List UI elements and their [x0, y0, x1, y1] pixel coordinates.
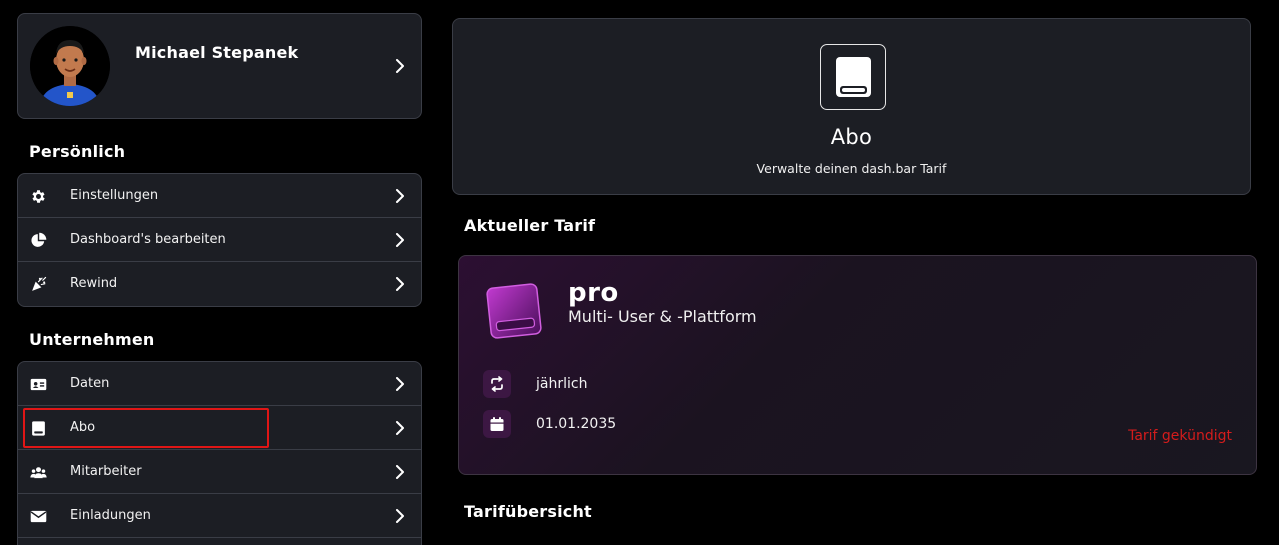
calendar-icon — [490, 417, 504, 431]
subscription-icon — [836, 57, 871, 97]
chevron-right-icon — [396, 464, 404, 479]
page: Michael Stepanek Persönlich Einstellunge… — [0, 0, 1279, 545]
settings-sidebar: Michael Stepanek Persönlich Einstellunge… — [17, 13, 422, 545]
date-icon-box — [483, 410, 511, 438]
menu-label: Dashboard's bearbeiten — [70, 232, 226, 247]
current-plan-title: Aktueller Tarif — [464, 216, 596, 235]
menu-company: Daten Abo Mitarbeiter Einladungen — [17, 361, 422, 545]
menu-item-abo[interactable]: Abo — [18, 406, 421, 450]
menu-label: Daten — [70, 376, 110, 391]
billing-cycle-icon-box — [483, 370, 511, 398]
plan-name: pro — [568, 278, 619, 308]
chevron-right-icon — [396, 59, 404, 73]
menu-label: Einladungen — [70, 508, 151, 523]
menu-label: Mitarbeiter — [70, 464, 142, 479]
id-card-icon — [30, 378, 47, 391]
plan-overview-title: Tarifübersicht — [464, 502, 592, 521]
menu-item-rewind[interactable]: Rewind — [18, 262, 421, 306]
abo-title: Abo — [830, 125, 873, 149]
menu-item-mitarbeiter[interactable]: Mitarbeiter — [18, 450, 421, 494]
chevron-right-icon — [396, 232, 404, 247]
pro-plan-icon — [486, 283, 542, 339]
menu-personal: Einstellungen Dashboard's bearbeiten Rew… — [17, 173, 422, 307]
users-icon — [30, 467, 47, 479]
plan-status-cancelled: Tarif gekündigt — [1128, 428, 1232, 444]
menu-item-dashboards[interactable]: Dashboard's bearbeiten — [18, 218, 421, 262]
section-title-company: Unternehmen — [29, 330, 155, 349]
current-plan-card: pro Multi- User & -Plattform jährlich 01… — [458, 255, 1257, 475]
billing-cycle-label: jährlich — [536, 376, 588, 392]
chevron-right-icon — [396, 188, 404, 203]
gear-icon — [32, 190, 45, 203]
avatar-illustration — [30, 26, 110, 106]
profile-card[interactable]: Michael Stepanek — [17, 13, 422, 119]
menu-label: Rewind — [70, 276, 118, 291]
menu-label: Einstellungen — [70, 188, 159, 203]
abo-header-card: Abo Verwalte deinen dash.bar Tarif — [452, 18, 1251, 195]
section-title-personal: Persönlich — [29, 142, 126, 161]
abo-icon-box — [820, 44, 886, 110]
menu-item-daten[interactable]: Daten — [18, 362, 421, 406]
chevron-right-icon — [396, 277, 404, 291]
envelope-icon — [30, 510, 47, 523]
menu-item-partial — [18, 538, 421, 545]
chevron-right-icon — [396, 420, 404, 435]
menu-item-einstellungen[interactable]: Einstellungen — [18, 174, 421, 218]
selection-highlight — [23, 408, 269, 448]
chevron-right-icon — [396, 508, 404, 523]
plan-date-label: 01.01.2035 — [536, 416, 617, 432]
repeat-icon — [491, 376, 503, 392]
plan-description: Multi- User & -Plattform — [568, 307, 757, 326]
abo-subtitle: Verwalte deinen dash.bar Tarif — [756, 161, 947, 176]
pie-chart-icon — [31, 232, 47, 247]
confetti-icon — [32, 276, 47, 291]
subscription-icon — [32, 421, 45, 436]
menu-label: Abo — [70, 420, 96, 435]
menu-item-einladungen[interactable]: Einladungen — [18, 494, 421, 538]
profile-name: Michael Stepanek — [135, 43, 299, 62]
avatar — [30, 26, 110, 106]
chevron-right-icon — [396, 376, 404, 391]
